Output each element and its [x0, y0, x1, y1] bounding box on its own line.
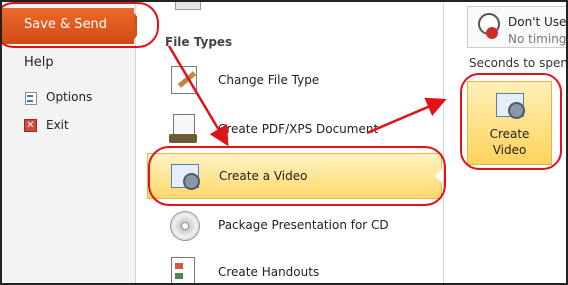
timings-title: Don't Use R — [508, 15, 567, 29]
cd-icon — [167, 208, 201, 242]
item-label: Create a Video — [219, 169, 308, 183]
previous-item-icon — [175, 2, 201, 10]
item-label: Change File Type — [218, 73, 320, 87]
nav-exit[interactable]: ✕ Exit — [24, 118, 69, 132]
nav-help[interactable]: Help — [24, 55, 54, 70]
item-package-cd[interactable]: Package Presentation for CD — [147, 202, 442, 248]
timings-dropdown[interactable]: Don't Use R No timings — [467, 6, 568, 48]
handouts-icon — [167, 255, 201, 283]
pdf-document-icon — [167, 112, 201, 146]
file-types-panel: File Types Change File Type Create PDF/X… — [137, 2, 442, 283]
create-video-label-line2: Video — [492, 143, 527, 157]
video-icon — [495, 90, 525, 120]
create-video-label-line1: Create — [489, 127, 530, 141]
section-title: File Types — [165, 35, 233, 49]
item-create-pdf-xps[interactable]: Create PDF/XPS Document — [147, 106, 442, 152]
seconds-label: Seconds to spend o — [469, 56, 568, 70]
nav-options-label: Options — [46, 90, 93, 104]
nav-exit-label: Exit — [46, 118, 69, 132]
options-icon — [24, 91, 37, 105]
exit-icon: ✕ — [24, 118, 37, 132]
item-label: Package Presentation for CD — [218, 218, 389, 232]
nav-options[interactable]: Options — [24, 90, 93, 105]
timings-subtitle: No timings — [508, 32, 568, 46]
item-label: Create PDF/XPS Document — [218, 122, 379, 136]
item-create-handouts[interactable]: Create Handouts — [147, 249, 442, 283]
create-video-button[interactable]: Create Video — [467, 81, 552, 165]
item-label: Create Handouts — [218, 265, 320, 279]
stopwatch-icon — [476, 11, 500, 39]
backstage-nav: Save & Send Help Options ✕ Exit — [2, 2, 146, 283]
item-change-file-type[interactable]: Change File Type — [147, 57, 442, 103]
item-create-video[interactable]: Create a Video — [147, 153, 442, 199]
video-options-panel: Don't Use R No timings Seconds to spend … — [443, 2, 568, 283]
change-file-type-icon — [167, 63, 201, 97]
nav-save-send[interactable]: Save & Send — [2, 8, 146, 44]
app-window: Save & Send Help Options ✕ Exit File Typ… — [0, 0, 568, 285]
video-icon — [168, 159, 202, 193]
